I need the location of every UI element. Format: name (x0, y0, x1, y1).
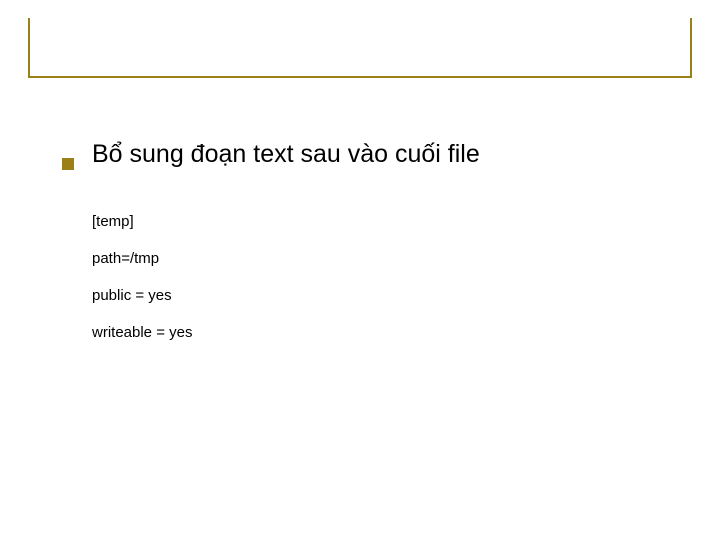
bullet-item: Bổ sung đoạn text sau vào cuối file (62, 140, 662, 169)
code-block: [temp] path=/tmp public = yes writeable … (92, 213, 662, 341)
title-frame (28, 18, 692, 78)
code-line: public = yes (92, 287, 662, 304)
content-area: Bổ sung đoạn text sau vào cuối file [tem… (62, 140, 662, 361)
code-line: path=/tmp (92, 250, 662, 267)
square-bullet-icon (62, 158, 74, 170)
code-line: [temp] (92, 213, 662, 230)
code-line: writeable = yes (92, 324, 662, 341)
bullet-text: Bổ sung đoạn text sau vào cuối file (92, 140, 480, 169)
